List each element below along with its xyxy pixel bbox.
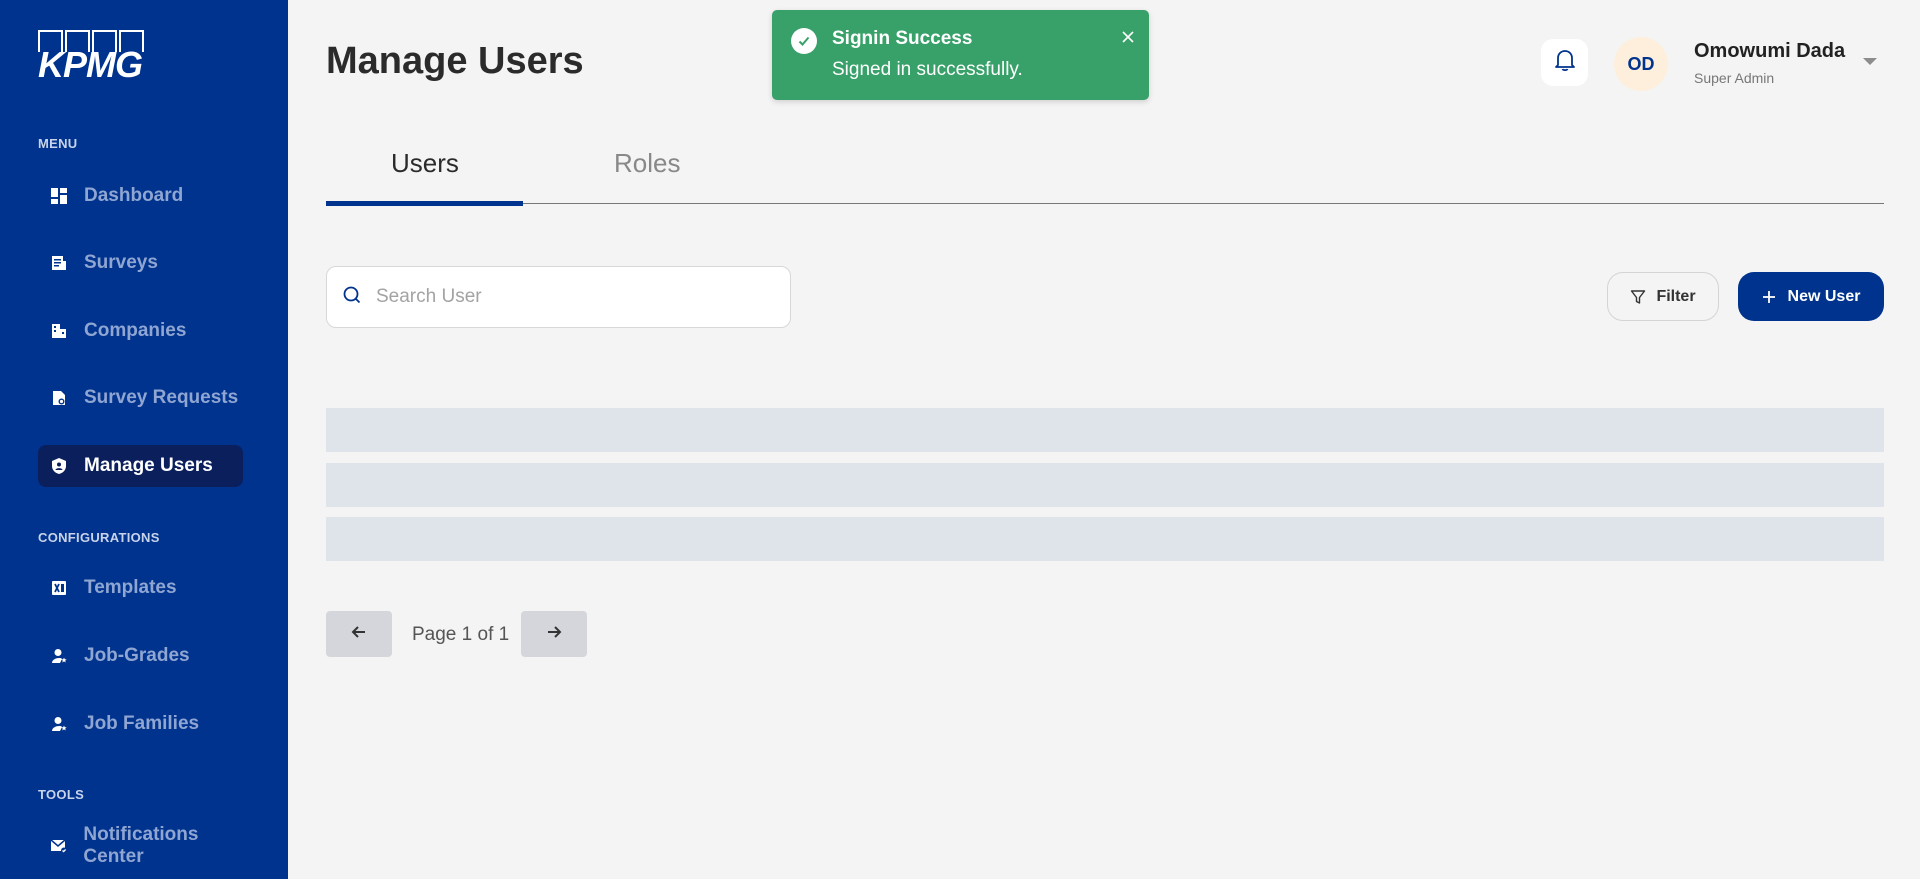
sidebar-item-dashboard[interactable]: Dashboard [38,175,213,217]
toast-message: Signed in successfully. [832,59,1023,80]
user-star-icon [50,715,68,733]
user-name: Omowumi Dada [1694,40,1846,62]
sidebar-item-job-families[interactable]: Job Families [38,703,229,745]
sidebar-item-label: Dashboard [84,185,184,206]
filter-button-label: Filter [1656,287,1696,305]
survey-icon [50,254,68,272]
toast-title: Signin Success [832,28,973,49]
arrow-right-icon [544,622,564,647]
new-user-button[interactable]: New User [1738,272,1884,321]
search-box [326,266,791,328]
tab-users[interactable]: Users [391,148,459,179]
sidebar-item-label: Survey Requests [84,387,239,408]
check-circle-icon [791,28,817,54]
dashboard-icon [50,187,68,205]
loading-skeleton-row [326,517,1884,561]
shield-user-icon [50,457,68,475]
filter-icon [1630,289,1646,305]
sidebar-item-notifications-center[interactable]: Notifications Center [38,824,288,867]
prev-page-button[interactable] [326,611,392,657]
sidebar-item-label: Templates [84,577,177,598]
mail-check-icon [50,837,67,855]
bell-icon [1554,48,1576,77]
sidebar: KPMG MENU Dashboard Surveys Companies Su… [0,0,288,879]
next-page-button[interactable] [521,611,587,657]
request-icon [50,389,68,407]
tab-roles[interactable]: Roles [614,148,680,179]
arrow-left-icon [349,622,369,647]
search-icon [342,285,362,310]
sidebar-item-label: Job Families [84,713,200,734]
section-label-tools: TOOLS [38,787,85,802]
loading-skeleton-row [326,408,1884,452]
filter-button[interactable]: Filter [1607,272,1719,321]
building-icon [50,322,68,340]
section-label-configurations: CONFIGURATIONS [38,530,160,545]
sidebar-item-label: Notifications Center [83,824,199,867]
page-title: Manage Users [326,40,584,82]
sidebar-item-job-grades[interactable]: Job-Grades [38,635,220,677]
sidebar-item-surveys[interactable]: Surveys [38,242,188,284]
search-input[interactable] [376,286,756,308]
section-label-menu: MENU [38,136,78,151]
sidebar-item-survey-requests[interactable]: Survey Requests [38,377,268,419]
logo-text: KPMG [38,44,143,85]
chevron-down-icon[interactable] [1863,58,1877,65]
new-user-button-label: New User [1787,287,1861,305]
notifications-button[interactable] [1541,39,1588,86]
avatar[interactable]: OD [1614,37,1668,91]
user-role: Super Admin [1694,70,1775,86]
sidebar-item-label: Job-Grades [84,645,190,666]
plus-icon [1762,290,1776,304]
close-icon[interactable] [1117,26,1139,48]
user-star-icon [50,647,68,665]
sidebar-item-templates[interactable]: Templates [38,567,207,609]
loading-skeleton-row [326,463,1884,507]
kpmg-logo[interactable]: KPMG [38,30,146,85]
sidebar-item-label: Companies [84,320,187,341]
pagination-text: Page 1 of 1 [412,624,510,645]
sidebar-item-companies[interactable]: Companies [38,310,216,352]
sidebar-item-label: Surveys [84,252,158,273]
excel-icon [50,579,68,597]
sidebar-item-label: Manage Users [84,455,213,476]
tab-bar: Users Roles [326,140,1884,206]
sidebar-item-manage-users[interactable]: Manage Users [38,445,243,487]
toast-notification: Signin Success Signed in successfully. [772,10,1149,100]
active-tab-indicator [326,201,523,206]
